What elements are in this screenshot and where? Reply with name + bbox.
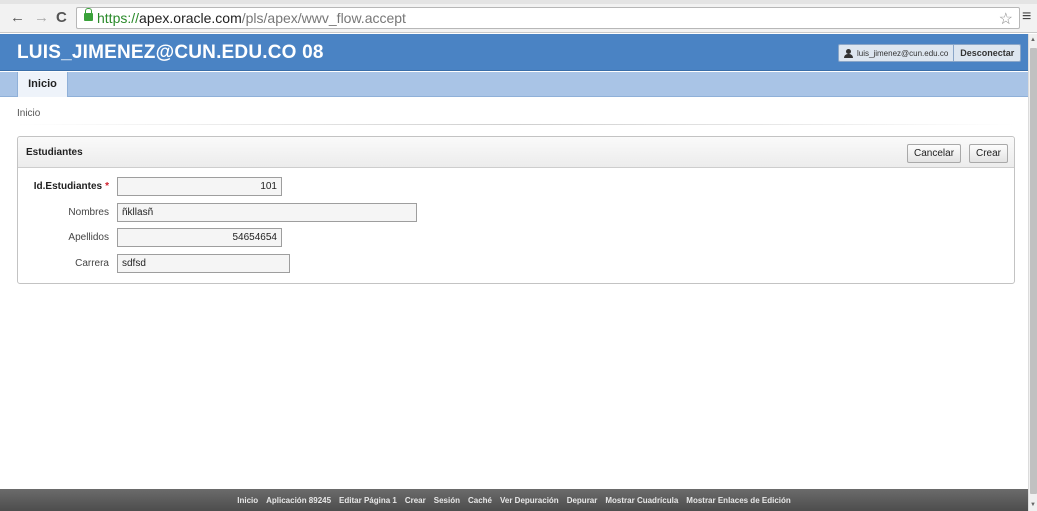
breadcrumb-divider [17,124,1015,125]
apellidos-input[interactable] [117,228,282,247]
create-button[interactable]: Crear [969,144,1009,163]
bookmark-star-icon[interactable]: ☆ [999,9,1013,29]
user-nav: luis_jimenez@cun.edu.co Desconectar [838,44,1022,62]
form-row-id: Id.Estudiantes * [18,176,1014,198]
form-row-nombres: Nombres [18,202,1014,224]
scroll-down-arrow-icon[interactable]: ▼ [1030,502,1036,508]
form-row-apellidos: Apellidos [18,227,1014,249]
dev-link-mostrar-enlaces[interactable]: Mostrar Enlaces de Edición [686,496,790,505]
dev-link-ver-depuracion[interactable]: Ver Depuración [500,496,559,505]
breadcrumb[interactable]: Inicio [17,108,40,119]
dev-link-aplicacion[interactable]: Aplicación 89245 [266,496,331,505]
field-label-apellidos: Apellidos [68,232,109,243]
dev-link-inicio[interactable]: Inicio [237,496,258,505]
dev-link-sesion[interactable]: Sesión [434,496,460,505]
region-header: Estudiantes Cancelar Crear [18,137,1014,168]
tab-strip [0,0,1037,4]
user-info: luis_jimenez@cun.edu.co [839,45,955,61]
scroll-thumb[interactable] [1030,48,1037,494]
region-title: Estudiantes [26,147,83,158]
back-arrow-icon[interactable]: ← [10,10,25,25]
required-asterisk-icon: * [105,181,109,192]
dev-link-mostrar-cuadricula[interactable]: Mostrar Cuadrícula [605,496,678,505]
dev-link-crear[interactable]: Crear [405,496,426,505]
field-label-nombres: Nombres [68,207,109,218]
dev-link-cache[interactable]: Caché [468,496,492,505]
tab-bar: Inicio [0,72,1028,97]
app-header: LUIS_JIMENEZ@CUN.EDU.CO 08 luis_jimenez@… [0,34,1028,71]
dev-link-editar-pagina[interactable]: Editar Página 1 [339,496,397,505]
cancel-button[interactable]: Cancelar [907,144,962,163]
form-row-carrera: Carrera [18,253,1014,275]
field-label-id-text: Id.Estudiantes [33,181,103,192]
carrera-input[interactable] [117,254,290,273]
nombres-input[interactable] [117,203,417,222]
user-name: luis_jimenez@cun.edu.co [857,48,949,58]
forward-arrow-icon[interactable]: → [34,10,49,25]
logout-button[interactable]: Desconectar [954,45,1020,61]
url-path: /pls/apex/wwv_flow.accept [241,10,406,26]
page-scrollbar[interactable]: ▲ ▼ [1028,34,1037,511]
dev-link-depurar[interactable]: Depurar [567,496,598,505]
tab-inicio[interactable]: Inicio [17,72,68,97]
browser-toolbar: ← → C https://apex.oracle.com/pls/apex/w… [0,0,1037,33]
user-icon [844,48,853,58]
field-label-carrera: Carrera [75,258,109,269]
lock-icon [84,8,93,21]
app-title: LUIS_JIMENEZ@CUN.EDU.CO 08 [17,42,324,63]
url-host: apex.oracle.com [139,10,242,26]
estudiantes-region: Estudiantes Cancelar Crear Id.Estudiante… [17,136,1015,284]
developer-toolbar: Inicio Aplicación 89245 Editar Página 1 … [0,489,1028,511]
scroll-up-arrow-icon[interactable]: ▲ [1030,37,1036,43]
field-label-id: Id.Estudiantes * [34,181,109,192]
id-estudiantes-input[interactable] [117,177,282,196]
reload-icon[interactable]: C [56,10,67,25]
address-bar[interactable]: https://apex.oracle.com/pls/apex/wwv_flo… [76,7,1020,29]
url-scheme: https:// [97,10,140,26]
browser-menu-icon[interactable]: ≡ [1022,8,1031,26]
url-text: https://apex.oracle.com/pls/apex/wwv_flo… [97,10,406,26]
